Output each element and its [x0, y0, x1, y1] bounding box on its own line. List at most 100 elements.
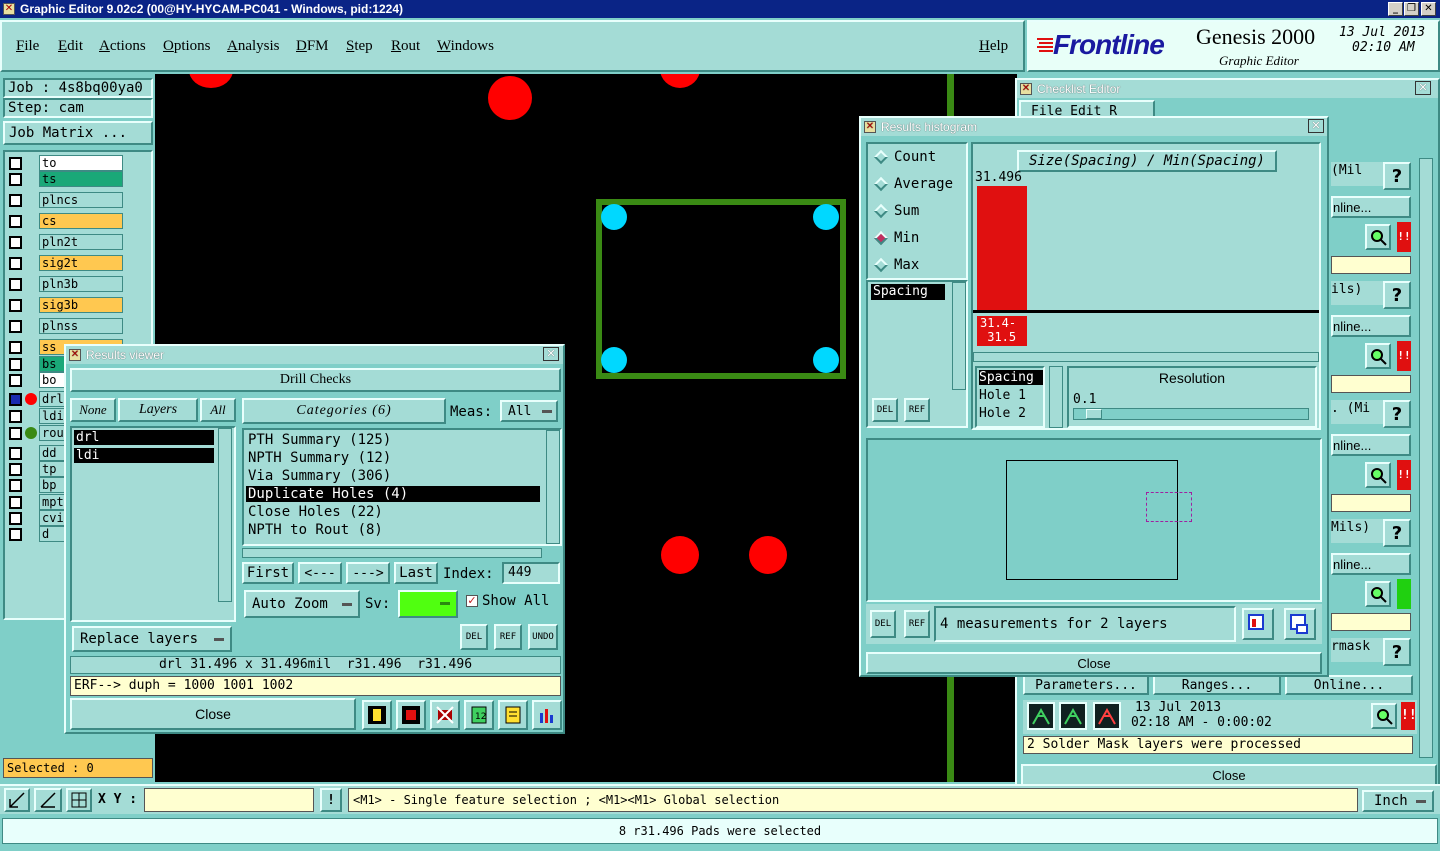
last-button[interactable]: Last	[394, 562, 438, 584]
layer-row-sig2t[interactable]: sig2t	[7, 255, 125, 272]
highlighted-pad[interactable]	[601, 204, 627, 230]
histogram-close-button[interactable]: Close	[866, 652, 1322, 674]
checklist-online-button[interactable]: nline...	[1331, 553, 1411, 575]
layer-name[interactable]: to	[39, 155, 123, 171]
highlighted-pad[interactable]	[813, 347, 839, 373]
categories-button[interactable]: Categories (6)	[242, 398, 446, 424]
layer-name[interactable]: plncs	[39, 192, 123, 208]
category-item[interactable]: PTH Summary (125)	[246, 432, 540, 448]
radio-diamond-icon[interactable]	[873, 176, 889, 192]
histogram-icon[interactable]	[532, 700, 562, 730]
category-item[interactable]: NPTH to Rout (8)	[246, 522, 540, 538]
layer-checkbox[interactable]	[9, 358, 22, 371]
category-hscroll[interactable]	[242, 548, 542, 558]
layer-name[interactable]: pln2t	[39, 234, 123, 250]
layer-list-scrollbar[interactable]	[218, 428, 232, 602]
layer-checkbox[interactable]	[9, 278, 22, 291]
all-button[interactable]: All	[200, 398, 236, 422]
help-question-icon[interactable]: ?	[1383, 162, 1411, 190]
calendar-icon[interactable]: 12	[464, 700, 494, 730]
layer-name[interactable]: plnss	[39, 318, 123, 334]
layer-checkbox[interactable]	[9, 257, 22, 270]
pad-feature[interactable]	[661, 536, 699, 574]
category-item[interactable]: Via Summary (306)	[246, 468, 540, 484]
checklist-online-button[interactable]: nline...	[1331, 434, 1411, 456]
zoom-icon[interactable]	[1371, 703, 1397, 729]
alert-icon[interactable]: !	[320, 788, 342, 812]
measure-item[interactable]: Hole 2	[979, 406, 1026, 421]
highlighted-pad[interactable]	[601, 347, 627, 373]
replace-layers-dropdown[interactable]: Replace layers	[72, 626, 232, 652]
online-button[interactable]: Online...	[1285, 675, 1413, 695]
measure-item[interactable]: Spacing	[979, 370, 1043, 385]
radio-diamond-icon[interactable]	[873, 230, 889, 246]
del-button[interactable]: DEL	[870, 610, 896, 638]
checklist-scrollbar[interactable]	[1419, 158, 1433, 758]
layer-name[interactable]: sig3b	[39, 297, 123, 313]
del-button[interactable]: DEL	[460, 624, 488, 650]
list-scrollbar[interactable]	[952, 282, 966, 390]
help-question-icon[interactable]: ?	[1383, 638, 1411, 666]
layer-list-item[interactable]: ldi	[74, 448, 214, 463]
zoom-icon[interactable]	[1365, 462, 1391, 488]
chart-export-icon[interactable]	[1242, 608, 1274, 640]
prev-button[interactable]: <---	[298, 562, 342, 584]
list-item[interactable]: Spacing	[871, 284, 945, 300]
radio-diamond-icon[interactable]	[873, 149, 889, 165]
resolution-slider[interactable]	[1073, 408, 1309, 420]
layer-checkbox[interactable]	[9, 320, 22, 333]
layer-name[interactable]: sig2t	[39, 255, 123, 271]
menu-rout[interactable]: Rout	[391, 38, 420, 55]
layer-row-pln2t[interactable]: pln2t	[7, 234, 125, 251]
zoom-fit-icon[interactable]	[4, 788, 30, 812]
zoom-icon[interactable]	[1365, 343, 1391, 369]
menu-file[interactable]: File	[16, 38, 39, 55]
radio-diamond-icon[interactable]	[873, 203, 889, 219]
menu-actions[interactable]: Actions	[99, 38, 146, 55]
auto-zoom-dropdown[interactable]: Auto Zoom	[244, 590, 360, 618]
layer-checkbox[interactable]	[9, 194, 22, 207]
minimize-button[interactable]: _	[1388, 2, 1403, 16]
pad-feature[interactable]	[488, 76, 532, 120]
layer-row-pln3b[interactable]: pln3b	[7, 276, 125, 293]
layer-checkbox[interactable]	[9, 236, 22, 249]
layer-row-plncs[interactable]: plncs	[7, 192, 125, 209]
ref-button[interactable]: REF	[904, 398, 930, 422]
menu-options[interactable]: Options	[163, 38, 211, 55]
highlight-icon[interactable]	[362, 700, 392, 730]
radio-diamond-icon[interactable]	[873, 257, 889, 273]
sv-color-dropdown[interactable]	[398, 590, 458, 618]
menu-step[interactable]: Step	[346, 38, 373, 55]
run-all-icon[interactable]	[1059, 702, 1087, 730]
layer-name[interactable]: ts	[39, 171, 123, 187]
del-button[interactable]: DEL	[872, 398, 898, 422]
checklist-online-button[interactable]: nline...	[1331, 196, 1411, 218]
mode-radio-max[interactable]: Max	[873, 256, 964, 276]
measure-icon[interactable]	[34, 788, 62, 812]
meas-dropdown[interactable]: All	[500, 400, 558, 422]
help-question-icon[interactable]: ?	[1383, 281, 1411, 309]
category-item[interactable]: Duplicate Holes (4)	[246, 486, 540, 502]
category-scrollbar[interactable]	[546, 430, 560, 544]
ranges-button[interactable]: Ranges...	[1153, 675, 1281, 695]
pad-feature[interactable]	[660, 74, 700, 88]
category-item[interactable]: NPTH Summary (12)	[246, 450, 540, 466]
layer-checkbox[interactable]	[9, 341, 22, 354]
units-dropdown[interactable]: Inch	[1362, 790, 1434, 812]
stop-icon[interactable]	[1093, 702, 1121, 730]
chart-compare-icon[interactable]	[1284, 608, 1316, 640]
layer-checkbox[interactable]	[9, 393, 22, 406]
notes-icon[interactable]	[498, 700, 528, 730]
layer-row-ts[interactable]: ts	[7, 171, 125, 188]
pad-feature[interactable]	[189, 74, 233, 88]
category-item[interactable]: Close Holes (22)	[246, 504, 540, 520]
first-button[interactable]: First	[242, 562, 294, 584]
mode-radio-min[interactable]: Min	[873, 229, 964, 249]
pad-feature[interactable]	[749, 536, 787, 574]
layer-checkbox[interactable]	[9, 157, 22, 170]
mode-radio-count[interactable]: Count	[873, 148, 964, 168]
next-button[interactable]: --->	[346, 562, 390, 584]
help-question-icon[interactable]: ?	[1383, 519, 1411, 547]
layer-row-sig3b[interactable]: sig3b	[7, 297, 125, 314]
layer-checkbox[interactable]	[9, 215, 22, 228]
